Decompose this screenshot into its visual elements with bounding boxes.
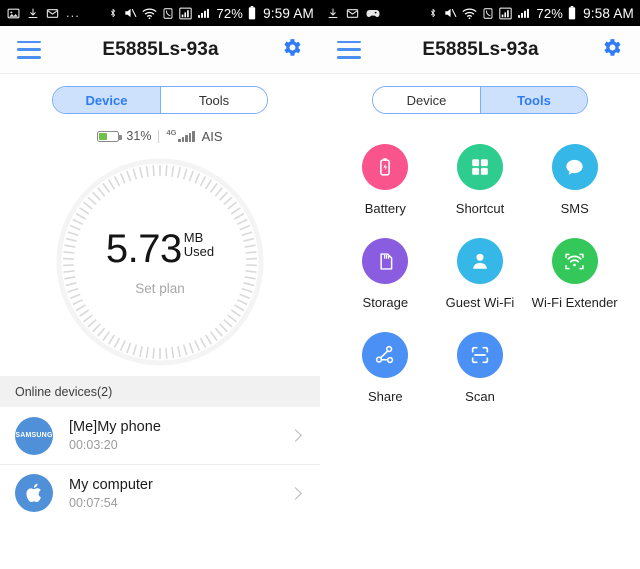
call-icon (162, 7, 174, 20)
device-connected-time: 00:03:20 (69, 438, 118, 452)
signal-icon (179, 7, 193, 20)
tool-storage[interactable]: Storage (338, 238, 433, 310)
mail-icon (346, 7, 359, 20)
device-name: My computer (69, 476, 153, 493)
tab-bar-right: Device Tools (320, 74, 640, 124)
status-bar-right: 72% 9:58 AM (320, 0, 640, 26)
online-devices-header: Online devices(2) (0, 376, 320, 407)
download-icon (27, 7, 39, 20)
gear-icon[interactable] (280, 36, 303, 64)
tool-wifi-extender[interactable]: Wi-Fi Extender (527, 238, 622, 310)
hamburger-icon[interactable] (17, 40, 41, 59)
tab-device[interactable]: Device (53, 87, 160, 113)
tab-device[interactable]: Device (373, 87, 480, 113)
page-title: E5885Ls-93a (422, 38, 539, 60)
tool-guest-wifi[interactable]: Guest Wi-Fi (433, 238, 528, 310)
tool-sms[interactable]: SMS (527, 144, 622, 216)
battery-status-icon (568, 6, 576, 20)
tool-label: Guest Wi-Fi (445, 295, 515, 310)
segmented-control[interactable]: Device Tools (52, 86, 268, 114)
set-plan-button[interactable]: Set plan (135, 281, 185, 296)
usage-unit: MB (183, 229, 204, 245)
dual-screenshot: ... 72% 9:59 AM E5885Ls-93a Device Tools… (0, 0, 640, 569)
network-type-label: 4G (166, 127, 177, 137)
carrier-label: AIS (201, 128, 223, 144)
tool-label: Battery (364, 201, 406, 216)
scan-frame-icon (456, 332, 503, 378)
battery-percent-label: 31% (126, 129, 152, 143)
game-icon (366, 8, 380, 19)
page-title: E5885Ls-93a (102, 38, 219, 60)
list-item[interactable]: SAMSUNG [Me]My phone 00:03:20 (0, 407, 320, 464)
tool-label: SMS (560, 201, 589, 216)
usage-value: 5.73 (105, 226, 182, 271)
gear-icon[interactable] (600, 36, 623, 64)
network-signal-icon: 4G (166, 127, 195, 142)
bluetooth-icon (108, 6, 118, 20)
chevron-right-icon (289, 429, 302, 442)
segmented-control[interactable]: Device Tools (372, 86, 588, 114)
mail-icon (46, 7, 59, 20)
usage-unit-sub: Used (183, 243, 215, 259)
tool-share[interactable]: Share (338, 332, 433, 404)
divider (158, 129, 160, 143)
tool-label: Wi-Fi Extender (531, 295, 618, 310)
wifi-icon (142, 7, 157, 20)
tools-grid: Battery Shortcut SMS Storage Guest Wi-Fi… (320, 124, 640, 404)
chevron-right-icon (289, 486, 302, 500)
speech-bubble-icon (551, 144, 598, 190)
tool-battery[interactable]: Battery (338, 144, 433, 216)
share-nodes-icon (362, 332, 409, 378)
tool-shortcut[interactable]: Shortcut (433, 144, 528, 216)
app-header-right: E5885Ls-93a (320, 26, 640, 74)
person-icon (456, 238, 503, 284)
tool-scan[interactable]: Scan (433, 332, 528, 404)
wifi-extender-icon (551, 238, 598, 284)
device-connected-time: 00:07:54 (69, 495, 118, 510)
tool-label: Storage (362, 295, 409, 310)
tool-label: Share (367, 389, 403, 404)
signal-2-icon (197, 7, 210, 20)
tool-label: Shortcut (455, 201, 505, 216)
right-panel: 72% 9:58 AM E5885Ls-93a Device Tools Bat… (320, 0, 640, 569)
tab-bar-left: Device Tools (0, 74, 320, 124)
download-icon (327, 7, 339, 20)
status-clock: 9:59 AM (263, 5, 314, 21)
signal-icon (499, 7, 513, 20)
tab-tools[interactable]: Tools (160, 87, 267, 113)
mute-icon (123, 6, 137, 20)
more-dots-icon: ... (66, 5, 80, 20)
bluetooth-icon (428, 6, 438, 20)
left-panel: ... 72% 9:59 AM E5885Ls-93a Device Tools… (0, 0, 320, 569)
image-icon (7, 7, 20, 20)
hamburger-icon[interactable] (337, 40, 361, 59)
tool-label: Scan (465, 389, 495, 404)
battery-icon (362, 144, 409, 190)
status-battery-percent: 72% (536, 5, 564, 21)
sd-card-icon (362, 238, 409, 284)
avatar-label: SAMSUNG (15, 432, 53, 439)
list-item[interactable]: My computer 00:07:54 (0, 464, 320, 521)
wifi-icon (462, 7, 477, 20)
status-clock: 9:58 AM (583, 5, 634, 21)
status-battery-percent: 72% (216, 5, 244, 21)
battery-status-icon (248, 6, 256, 20)
tab-tools[interactable]: Tools (480, 87, 587, 113)
apple-logo-icon (15, 474, 53, 512)
data-usage-dial: 5.73 MB Used Set plan (0, 148, 320, 376)
signal-2-icon (517, 7, 530, 20)
mute-icon (443, 6, 457, 20)
grid-squares-icon (456, 144, 503, 190)
device-status-line: 31% 4G AIS (0, 124, 320, 148)
device-name: [Me]My phone (69, 419, 161, 435)
status-bar-left: ... 72% 9:59 AM (0, 0, 320, 26)
battery-level-icon (97, 130, 122, 142)
samsung-logo-icon: SAMSUNG (15, 416, 53, 455)
app-header-left: E5885Ls-93a (0, 26, 320, 74)
call-icon (482, 7, 494, 20)
